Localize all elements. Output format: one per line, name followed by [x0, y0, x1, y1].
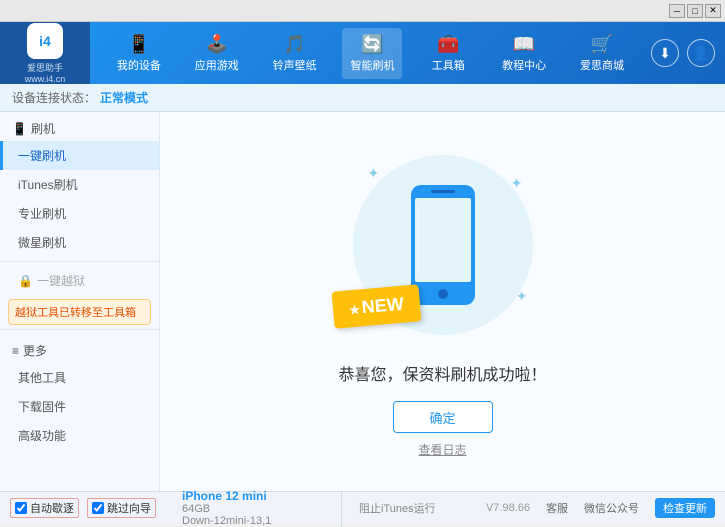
tutorials-icon: 📖 — [513, 34, 535, 55]
nav-item-apps-games[interactable]: 🕹️ 应用游戏 — [187, 28, 247, 79]
bottom-bar: 自动歇逐 跳过向导 iPhone 12 mini 64GB Down-12min… — [0, 491, 725, 523]
bottom-right: V7.98.66 客服 微信公众号 检查更新 — [486, 498, 715, 518]
skip-wizard-label: 跳过向导 — [107, 500, 151, 516]
sidebar-divider-1 — [0, 261, 159, 262]
sidebar-item-other-tools[interactable]: 其他工具 — [0, 363, 159, 392]
sparkle-2: ✦ — [511, 175, 523, 192]
nav-item-store[interactable]: 🛒 爱思商城 — [572, 28, 632, 79]
jailbreak-notice-text: 越狱工具已转移至工具箱 — [15, 307, 136, 319]
close-button[interactable]: ✕ — [705, 4, 721, 18]
pro-flash-label: 专业刷机 — [18, 207, 66, 221]
sidebar: 📱 刷机 一键刷机 iTunes刷机 专业刷机 微星刷机 🔒 一键越狱 越狱工具… — [0, 112, 160, 491]
maximize-button[interactable]: □ — [687, 4, 703, 18]
flash-section-icon: 📱 — [12, 122, 27, 136]
store-label: 爱思商城 — [580, 57, 624, 73]
sidebar-item-advanced[interactable]: 高级功能 — [0, 421, 159, 450]
sidebar-section-flash: 📱 刷机 — [0, 112, 159, 141]
more-section-title: 更多 — [23, 342, 47, 359]
logo[interactable]: i4 爱思助手 www.i4.cn — [0, 22, 90, 84]
logo-brand: 爱思助手 — [27, 61, 63, 74]
skip-wizard-checkbox[interactable]: 跳过向导 — [87, 498, 156, 518]
my-device-icon: 📱 — [128, 34, 150, 55]
one-click-flash-label: 一键刷机 — [18, 149, 66, 163]
download-button[interactable]: ⬇ — [651, 39, 679, 67]
minimize-button[interactable]: ─ — [669, 4, 685, 18]
smart-flash-label: 智能刷机 — [350, 57, 394, 73]
sidebar-jailbreak-disabled: 🔒 一键越狱 — [0, 266, 159, 295]
sidebar-item-recovery-flash[interactable]: 微星刷机 — [0, 228, 159, 257]
skip-wizard-input[interactable] — [92, 502, 104, 514]
jailbreak-notice: 越狱工具已转移至工具箱 — [8, 299, 151, 325]
tools-icon: 🧰 — [437, 34, 459, 55]
window-controls[interactable]: ─ □ ✕ — [669, 4, 721, 18]
bottom-center: 阻止iTunes运行 — [359, 500, 474, 516]
jailbreak-label: 一键越狱 — [37, 272, 85, 289]
status-label: 设备连接状态： — [12, 89, 96, 106]
success-message: 恭喜您，保资料刷机成功啦！ — [338, 361, 546, 385]
apps-games-label: 应用游戏 — [195, 57, 239, 73]
header: i4 爱思助手 www.i4.cn 📱 我的设备 🕹️ 应用游戏 🎵 铃声壁纸 … — [0, 22, 725, 84]
nav-item-smart-flash[interactable]: 🔄 智能刷机 — [342, 28, 402, 79]
my-device-label: 我的设备 — [117, 57, 161, 73]
logo-url: www.i4.cn — [25, 74, 66, 84]
smart-flash-icon: 🔄 — [361, 34, 383, 55]
itunes-flash-label: iTunes刷机 — [18, 178, 78, 192]
device-firmware: Down-12mini-13,1 — [182, 515, 331, 527]
logo-text: i4 — [39, 33, 51, 49]
flash-section-title: 刷机 — [31, 120, 55, 137]
more-section-icon: ≡ — [12, 344, 19, 358]
sidebar-section-more: ≡ 更多 — [0, 334, 159, 363]
bottom-checkboxes: 自动歇逐 跳过向导 — [10, 498, 170, 518]
auto-dismiss-checkbox[interactable]: 自动歇逐 — [10, 498, 79, 518]
status-value: 正常模式 — [100, 89, 148, 106]
header-right: ⬇ 👤 — [651, 39, 725, 67]
wechat-link[interactable]: 微信公众号 — [584, 500, 639, 516]
nav-item-tutorials[interactable]: 📖 教程中心 — [494, 28, 554, 79]
sidebar-item-download-firmware[interactable]: 下载固件 — [0, 392, 159, 421]
sidebar-item-itunes-flash[interactable]: iTunes刷机 — [0, 170, 159, 199]
tutorials-label: 教程中心 — [502, 57, 546, 73]
device-storage: 64GB — [182, 503, 331, 515]
lock-icon: 🔒 — [18, 274, 33, 288]
sidebar-divider-2 — [0, 329, 159, 330]
user-button[interactable]: 👤 — [687, 39, 715, 67]
apps-games-icon: 🕹️ — [206, 34, 228, 55]
stop-itunes-button[interactable]: 阻止iTunes运行 — [359, 500, 436, 516]
nav-item-tools[interactable]: 🧰 工具箱 — [420, 28, 476, 79]
nav-item-ringtones[interactable]: 🎵 铃声壁纸 — [265, 28, 325, 79]
main-layout: 📱 刷机 一键刷机 iTunes刷机 专业刷机 微星刷机 🔒 一键越狱 越狱工具… — [0, 112, 725, 491]
recovery-flash-label: 微星刷机 — [18, 236, 66, 250]
ringtones-label: 铃声壁纸 — [273, 57, 317, 73]
sidebar-item-one-click-flash[interactable]: 一键刷机 — [0, 141, 159, 170]
sidebar-item-pro-flash[interactable]: 专业刷机 — [0, 199, 159, 228]
nav-item-my-device[interactable]: 📱 我的设备 — [109, 28, 169, 79]
ringtones-icon: 🎵 — [283, 34, 305, 55]
auto-dismiss-label: 自动歇逐 — [30, 500, 74, 516]
content-area: NEW ✦ ✦ ✦ 恭喜您，保资料刷机成功啦！ 确定 查看日志 — [160, 112, 725, 491]
version-label: V7.98.66 — [486, 502, 530, 514]
other-tools-label: 其他工具 — [18, 371, 66, 385]
sparkle-1: ✦ — [368, 165, 380, 182]
download-firmware-label: 下载固件 — [18, 400, 66, 414]
store-icon: 🛒 — [591, 34, 613, 55]
nav-bar: 📱 我的设备 🕹️ 应用游戏 🎵 铃声壁纸 🔄 智能刷机 🧰 工具箱 📖 教程中… — [90, 28, 651, 79]
status-bar: 设备连接状态： 正常模式 — [0, 84, 725, 112]
title-bar: ─ □ ✕ — [0, 0, 725, 22]
device-info: iPhone 12 mini 64GB Down-12mini-13,1 — [182, 489, 342, 527]
logo-icon: i4 — [27, 23, 63, 59]
auto-dismiss-input[interactable] — [15, 502, 27, 514]
customer-service-link[interactable]: 客服 — [546, 500, 568, 516]
tools-label: 工具箱 — [432, 57, 465, 73]
check-update-button[interactable]: 检查更新 — [655, 498, 715, 518]
confirm-button[interactable]: 确定 — [393, 401, 493, 433]
advanced-label: 高级功能 — [18, 429, 66, 443]
new-badge: NEW — [331, 284, 421, 328]
sparkle-3: ✦ — [516, 288, 528, 305]
view-log-link[interactable]: 查看日志 — [418, 441, 466, 458]
success-illustration: NEW ✦ ✦ ✦ — [343, 145, 543, 345]
